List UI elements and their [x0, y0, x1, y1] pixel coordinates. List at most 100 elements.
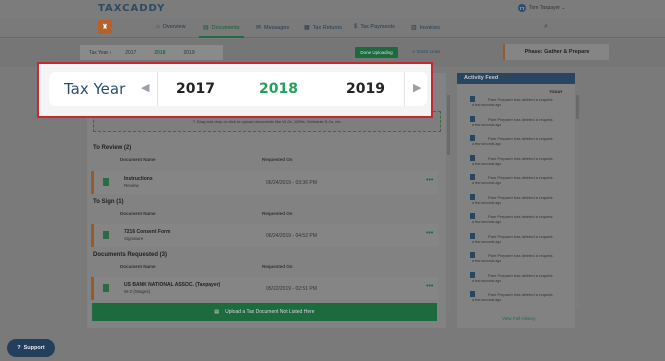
- feed-text: Pam Preparer has deleted a request.: [488, 97, 554, 102]
- user-menu[interactable]: TT Tom Taxpayer ⌄: [518, 4, 566, 12]
- chevron-right-icon[interactable]: ▶: [413, 81, 421, 94]
- document-icon: [470, 271, 475, 278]
- invoices-icon: ▥: [411, 25, 417, 31]
- phase-badge: Phase: Gather & Prepare: [503, 44, 609, 60]
- nav-label: Documents: [211, 24, 240, 31]
- upload-icon: ▤: [214, 309, 220, 315]
- search-icon[interactable]: ⌕: [544, 23, 548, 31]
- document-row[interactable]: 7216 Consent Form Signature 06/24/2019 -…: [91, 224, 438, 247]
- year-option-2019[interactable]: 2019: [346, 81, 385, 97]
- nav-label: Tax Returns: [312, 24, 343, 31]
- document-icon: [470, 154, 475, 161]
- nav-messages[interactable]: ✉ Messages: [256, 24, 290, 32]
- feed-text: Pam Preparer has deleted a request.: [488, 116, 554, 122]
- firm-logo: ♜: [98, 20, 112, 34]
- feed-time: a few seconds ago: [472, 122, 502, 127]
- support-label: Support: [23, 345, 45, 351]
- year-option-2018-selected[interactable]: 2018: [259, 81, 298, 97]
- feed-scrollbar[interactable]: [576, 95, 579, 309]
- nav-documents[interactable]: ▤ Documents: [199, 24, 243, 38]
- main-nav: ♜ ⌂ Overview ▤ Documents ✉ Messages ▦ Ta…: [0, 18, 665, 38]
- view-full-history-link[interactable]: View Full History: [502, 316, 535, 321]
- nav-label: Overview: [162, 24, 186, 30]
- nav-label: Tax Payments: [360, 24, 395, 30]
- col-document-name: Document Name: [120, 211, 156, 216]
- feed-item: a few seconds ago Pam Preparer has delete…: [470, 291, 570, 309]
- document-row[interactable]: US BANK NATIONAL ASSOC. (Taxpayer) W-2 (…: [91, 277, 438, 300]
- col-document-name: Document Name: [120, 157, 156, 162]
- feed-time: a few seconds ago: [472, 298, 502, 302]
- section-to-review: To Review (2): [93, 145, 132, 151]
- document-icon: [470, 252, 475, 258]
- activity-feed-title: Activity Feed: [457, 73, 575, 84]
- col-document-name: Document Name: [120, 264, 156, 269]
- feed-text: Pam Preparer has deleted a request.: [488, 136, 554, 141]
- chevron-left-icon[interactable]: ◀: [141, 81, 149, 94]
- feed-item: a few seconds ago Pam Preparer has delete…: [470, 115, 570, 134]
- year-option-selected[interactable]: 2018: [154, 50, 165, 56]
- feed-time: a few seconds ago: [472, 259, 502, 263]
- support-button[interactable]: ? Support: [7, 339, 55, 357]
- year-option[interactable]: 2019: [184, 50, 195, 56]
- document-icon: [470, 213, 475, 219]
- feed-time: a few seconds ago: [472, 220, 502, 224]
- document-icon: [470, 96, 475, 102]
- feed-time: a few seconds ago: [472, 181, 502, 185]
- document-icon: [103, 231, 109, 239]
- dollar-icon: $: [354, 24, 358, 30]
- main-scrollbar[interactable]: [447, 95, 450, 315]
- document-row[interactable]: Instructions Review 06/24/2019 - 03:36 P…: [91, 171, 438, 194]
- top-header: TAXCADDY TT Tom Taxpayer ⌄: [0, 0, 665, 18]
- more-options-icon[interactable]: •••: [426, 283, 433, 290]
- tax-returns-icon: ▦: [304, 25, 310, 31]
- section-to-sign: To Sign (1): [93, 199, 124, 205]
- year-option[interactable]: 2017: [125, 50, 136, 56]
- nav-overview[interactable]: ⌂ Overview: [156, 24, 186, 30]
- nav-label: Messages: [264, 24, 290, 31]
- col-requested-on: Requested On: [262, 157, 293, 162]
- tax-year-zoom-callout: Tax Year ◀ 2017 2018 2019 ▶: [37, 62, 433, 118]
- app-logo: TAXCADDY: [98, 3, 166, 14]
- home-icon: ⌂: [156, 24, 160, 30]
- feed-text: Pam Preparer has deleted a request.: [488, 292, 554, 297]
- document-icon: [103, 284, 109, 292]
- feed-text: Pam Preparer has deleted a request.: [488, 233, 554, 239]
- feed-item: a few seconds ago Pam Preparer has delete…: [470, 193, 570, 212]
- tax-year-selector[interactable]: Tax Year ◀ 2017 2018 2019 ▶: [49, 72, 427, 106]
- more-options-icon[interactable]: •••: [426, 177, 433, 184]
- feed-text: Pam Preparer has deleted a request.: [488, 155, 554, 161]
- feed-text: Pam Preparer has deleted a request.: [488, 214, 554, 219]
- smart-links-link[interactable]: ∞ Smart Links: [412, 49, 440, 54]
- document-status: Review: [124, 183, 139, 188]
- feed-time: a few seconds ago: [472, 161, 502, 166]
- feed-item: a few seconds ago Pam Preparer has delete…: [470, 154, 570, 173]
- section-documents-requested: Documents Requested (3): [93, 252, 168, 258]
- feed-item: a few seconds ago Pam Preparer has delete…: [470, 213, 570, 231]
- divider: [157, 72, 158, 106]
- app-page: TAXCADDY TT Tom Taxpayer ⌄ ♜ ⌂ Overview …: [0, 0, 665, 361]
- document-icon: [103, 178, 109, 186]
- feed-item: a few seconds ago Pam Preparer has delete…: [470, 271, 570, 290]
- done-uploading-button[interactable]: Done Uploading: [355, 47, 398, 58]
- feed-text: Pam Preparer has deleted a request.: [488, 175, 554, 180]
- feed-text: Pam Preparer has deleted a request.: [488, 253, 554, 258]
- messages-icon: ✉: [256, 25, 262, 31]
- avatar: TT: [518, 4, 526, 12]
- feed-time: a few seconds ago: [472, 103, 502, 107]
- tax-year-selector-small[interactable]: Tax Year › 2017 2018 2019: [80, 45, 223, 60]
- nav-invoices[interactable]: ▥ Invoices: [411, 24, 440, 32]
- document-icon: [470, 232, 475, 239]
- upload-unlisted-document-button[interactable]: ▤ Upload a Tax Document Not Listed Here: [92, 303, 437, 321]
- feed-time: a few seconds ago: [472, 200, 502, 205]
- document-date: 06/24/2019 - 03:36 PM: [266, 180, 317, 186]
- year-option-2017[interactable]: 2017: [176, 81, 215, 97]
- feed-date-heading: TODAY: [549, 89, 563, 94]
- feed-item: a few seconds ago Pam Preparer has delete…: [470, 252, 570, 270]
- feed-text: Pam Preparer has deleted a request.: [488, 194, 554, 200]
- nav-tax-returns[interactable]: ▦ Tax Returns: [304, 24, 343, 32]
- tax-year-label: Tax Year ›: [89, 49, 112, 56]
- col-requested-on: Requested On: [262, 211, 293, 216]
- nav-tax-payments[interactable]: $ Tax Payments: [354, 24, 395, 30]
- document-name: Instructions: [124, 176, 153, 182]
- more-options-icon[interactable]: •••: [426, 230, 433, 237]
